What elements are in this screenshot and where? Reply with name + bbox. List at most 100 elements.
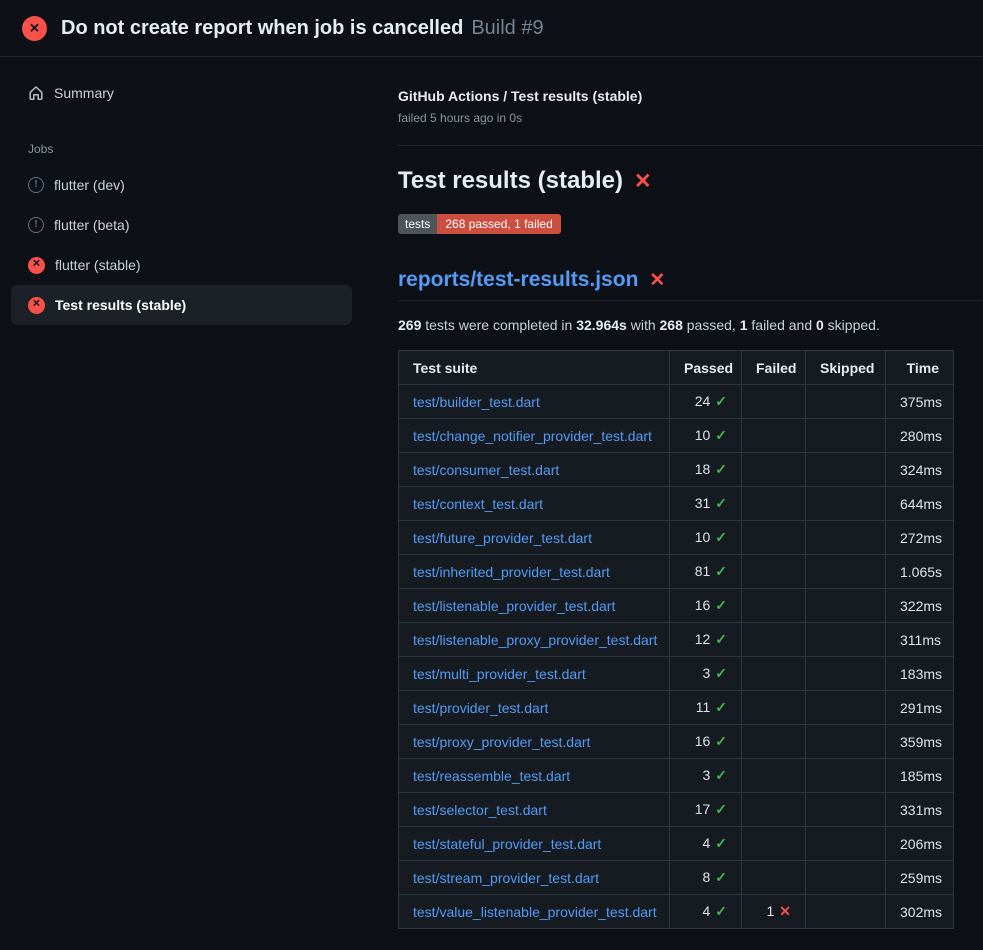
time-cell: 302ms: [886, 895, 954, 929]
test-suite-link[interactable]: test/listenable_provider_test.dart: [413, 598, 615, 614]
passed-count: 11: [696, 699, 711, 715]
passed-count: 10: [695, 529, 711, 545]
main-content: GitHub Actions / Test results (stable) f…: [398, 57, 983, 929]
table-row: test/provider_test.dart11✓291ms: [399, 691, 954, 725]
test-suite-link[interactable]: test/multi_provider_test.dart: [413, 666, 586, 682]
failed-cell: [742, 487, 806, 521]
table-row: test/value_listenable_provider_test.dart…: [399, 895, 954, 929]
sidebar-item-flutter-stable[interactable]: ✕flutter (stable): [11, 245, 352, 285]
test-suite-cell: test/selector_test.dart: [399, 793, 670, 827]
sidebar-item-flutter-dev[interactable]: ! flutter (dev): [11, 165, 352, 205]
time-cell: 185ms: [886, 759, 954, 793]
failed-status-icon: ✕: [22, 16, 47, 41]
skipped-cell: [806, 657, 886, 691]
divider: [398, 300, 983, 301]
time-cell: 375ms: [886, 385, 954, 419]
jobs-section-label: Jobs: [28, 142, 370, 156]
test-suite-cell: test/change_notifier_provider_test.dart: [399, 419, 670, 453]
passed-cell: 3✓: [670, 759, 742, 793]
passed-count: 12: [695, 631, 711, 647]
time-cell: 644ms: [886, 487, 954, 521]
sidebar-item-label: Summary: [54, 85, 114, 101]
test-suite-link[interactable]: test/reassemble_test.dart: [413, 768, 570, 784]
test-suite-link[interactable]: test/value_listenable_provider_test.dart: [413, 904, 657, 920]
failed-x-icon: ✕: [634, 171, 652, 192]
test-suite-link[interactable]: test/listenable_proxy_provider_test.dart: [413, 632, 657, 648]
test-suite-link[interactable]: test/proxy_provider_test.dart: [413, 734, 590, 750]
passed-count: 81: [695, 563, 711, 579]
check-icon: ✓: [715, 393, 727, 409]
passed-cell: 4✓: [670, 895, 742, 929]
test-suite-link[interactable]: test/provider_test.dart: [413, 700, 548, 716]
test-suite-link[interactable]: test/stateful_provider_test.dart: [413, 836, 601, 852]
test-suite-link[interactable]: test/stream_provider_test.dart: [413, 870, 599, 886]
test-suite-link[interactable]: test/selector_test.dart: [413, 802, 547, 818]
test-suite-cell: test/stream_provider_test.dart: [399, 861, 670, 895]
check-icon: ✓: [715, 597, 727, 613]
cross-icon: ✕: [779, 903, 791, 919]
table-row: test/selector_test.dart17✓331ms: [399, 793, 954, 827]
page-header: ✕ Do not create report when job is cance…: [0, 0, 983, 57]
skipped-cell: [806, 453, 886, 487]
passed-cell: 4✓: [670, 827, 742, 861]
sidebar-item-label: flutter (dev): [54, 177, 125, 193]
passed-cell: 3✓: [670, 657, 742, 691]
skipped-cell: [806, 691, 886, 725]
table-row: test/context_test.dart 31✓ 644ms: [399, 487, 954, 521]
passed-cell: 10✓: [670, 521, 742, 555]
test-suite-link[interactable]: test/future_provider_test.dart: [413, 530, 592, 546]
passed-cell: 31✓: [670, 487, 742, 521]
failed-x-icon: ✕: [649, 271, 665, 290]
failed-cell: [742, 657, 806, 691]
skipped-cell: [806, 419, 886, 453]
time-cell: 324ms: [886, 453, 954, 487]
sidebar-item-test-results-stable[interactable]: ✕Test results (stable): [11, 285, 352, 325]
report-file-link[interactable]: reports/test-results.json: [398, 268, 638, 292]
skipped-cell: [806, 725, 886, 759]
failed-cell: [742, 589, 806, 623]
x-circle-icon: ✕: [28, 257, 45, 274]
column-header-skipped: Skipped: [806, 351, 886, 385]
passed-count: 18: [695, 461, 711, 477]
table-row: test/stateful_provider_test.dart 4✓ 206ms: [399, 827, 954, 861]
skipped-cell: [806, 759, 886, 793]
test-suite-link[interactable]: test/context_test.dart: [413, 496, 543, 512]
check-icon: ✓: [715, 835, 727, 851]
failed-cell: [742, 419, 806, 453]
check-icon: ✓: [715, 461, 727, 477]
summary-text: tests were completed in: [421, 317, 576, 333]
test-suite-link[interactable]: test/inherited_provider_test.dart: [413, 564, 610, 580]
time-cell: 1.065s: [886, 555, 954, 589]
passed-cell: 81✓: [670, 555, 742, 589]
table-row: test/consumer_test.dart 18✓ 324ms: [399, 453, 954, 487]
column-header-failed: Failed: [742, 351, 806, 385]
divider: [398, 145, 983, 146]
passed-count: 31: [695, 495, 711, 511]
check-icon: ✓: [715, 495, 727, 511]
skipped-cell: [806, 827, 886, 861]
badge-value: 268 passed, 1 failed: [437, 214, 560, 234]
time-cell: 259ms: [886, 861, 954, 895]
sidebar-item-flutter-beta[interactable]: !flutter (beta): [11, 205, 352, 245]
summary-text: with: [627, 317, 660, 333]
test-suite-link[interactable]: test/builder_test.dart: [413, 394, 540, 410]
sidebar-item-summary[interactable]: Summary: [11, 73, 352, 113]
failed-cell: 1✕: [742, 895, 806, 929]
page-title: Do not create report when job is cancell…: [61, 17, 544, 40]
passed-count: 16: [695, 597, 711, 613]
passed-count: 17: [695, 801, 711, 817]
passed-count: 4: [702, 903, 710, 919]
section-title: Test results (stable) ✕: [398, 167, 983, 195]
cancelled-icon: !: [28, 177, 44, 193]
skipped-cell: [806, 895, 886, 929]
column-header-test-suite: Test suite: [399, 351, 670, 385]
time-cell: 280ms: [886, 419, 954, 453]
passed-cell: 12✓: [670, 623, 742, 657]
test-suite-link[interactable]: test/change_notifier_provider_test.dart: [413, 428, 652, 444]
test-suite-cell: test/consumer_test.dart: [399, 453, 670, 487]
test-suite-link[interactable]: test/consumer_test.dart: [413, 462, 559, 478]
time-cell: 311ms: [886, 623, 954, 657]
table-row: test/reassemble_test.dart 3✓ 185ms: [399, 759, 954, 793]
summary-text: passed,: [683, 317, 740, 333]
time-cell: 206ms: [886, 827, 954, 861]
